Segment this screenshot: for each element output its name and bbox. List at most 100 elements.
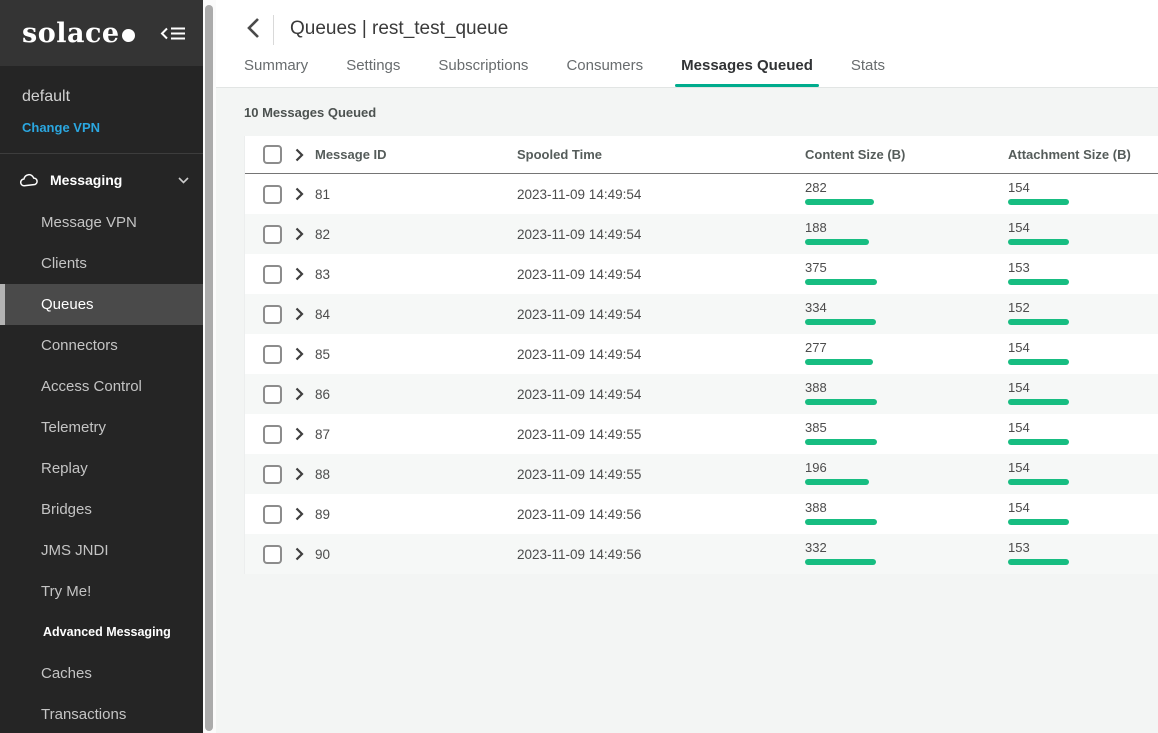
attachment-size-value: 154 (1008, 381, 1158, 395)
content-size-value: 385 (805, 421, 1008, 435)
cell-message-id: 84 (315, 307, 517, 322)
sidebar-item-connectors[interactable]: Connectors (0, 325, 203, 366)
sidebar-item-telemetry[interactable]: Telemetry (0, 407, 203, 448)
sidebar-item-try-me[interactable]: Try Me! (0, 571, 203, 612)
cell-attachment-size: 153 (1008, 254, 1158, 285)
sidebar-item-message-vpn[interactable]: Message VPN (0, 202, 203, 243)
row-checkbox[interactable] (263, 385, 282, 404)
sidebar-item-bridges[interactable]: Bridges (0, 489, 203, 530)
sidebar-item-access-control[interactable]: Access Control (0, 366, 203, 407)
attachment-size-bar (1008, 359, 1069, 365)
chevron-down-icon (178, 171, 189, 189)
content-size-bar (805, 279, 877, 285)
tab-subscriptions[interactable]: Subscriptions (438, 57, 528, 87)
cell-spooled-time: 2023-11-09 14:49:54 (517, 227, 805, 242)
tab-messages-queued[interactable]: Messages Queued (681, 57, 813, 87)
logo-text: solace (22, 18, 120, 49)
cell-attachment-size: 153 (1008, 534, 1158, 565)
sidebar-item-caches[interactable]: Caches (0, 653, 203, 694)
sidebar-item-advanced-messaging[interactable]: Advanced Messaging (0, 612, 203, 653)
sidebar-section-label: Messaging (50, 172, 178, 188)
row-checkbox[interactable] (263, 545, 282, 564)
cell-attachment-size: 154 (1008, 214, 1158, 245)
row-checkbox[interactable] (263, 185, 282, 204)
attachment-size-value: 154 (1008, 421, 1158, 435)
row-expand-icon[interactable] (291, 186, 307, 202)
cell-message-id: 90 (315, 547, 517, 562)
content-size-value: 332 (805, 541, 1008, 555)
messages-table: Message ID Spooled Time Content Size (B)… (244, 136, 1158, 574)
tab-bar: Summary Settings Subscriptions Consumers Mes… (244, 57, 923, 87)
sidebar-item-jms-jndi[interactable]: JMS JNDI (0, 530, 203, 571)
cell-message-id: 83 (315, 267, 517, 282)
row-expand-icon[interactable] (291, 546, 307, 562)
app-window: solace default Change VPN (0, 0, 1158, 733)
messages-queued-panel: 10 Messages Queued Message ID Spooled Ti… (216, 88, 1158, 574)
content-size-value: 388 (805, 381, 1008, 395)
page-header: Queues | rest_test_queue SummarySettings… (216, 0, 1158, 88)
cell-attachment-size: 152 (1008, 294, 1158, 325)
row-expand-icon[interactable] (291, 386, 307, 402)
row-expand-icon[interactable] (291, 346, 307, 362)
attachment-size-value: 154 (1008, 501, 1158, 515)
change-vpn-link[interactable]: Change VPN (22, 120, 181, 135)
sidebar-scrollbar-thumb[interactable] (205, 5, 213, 731)
tab-stats[interactable]: Stats (851, 57, 885, 87)
sidebar-item-queues[interactable]: Queues (0, 284, 203, 325)
table-row: 86 2023-11-09 14:49:54 388 154 (245, 374, 1158, 414)
table-body: 81 2023-11-09 14:49:54 282 154 82 2023-1… (245, 174, 1158, 574)
cell-content-size: 388 (805, 494, 1008, 525)
cell-attachment-size: 154 (1008, 174, 1158, 205)
sidebar-item-transactions[interactable]: Transactions (0, 694, 203, 733)
attachment-size-value: 154 (1008, 461, 1158, 475)
cell-spooled-time: 2023-11-09 14:49:55 (517, 467, 805, 482)
tab-consumers[interactable]: Consumers (566, 57, 643, 87)
cell-content-size: 282 (805, 174, 1008, 205)
row-checkbox[interactable] (263, 505, 282, 524)
table-row: 82 2023-11-09 14:49:54 188 154 (245, 214, 1158, 254)
table-row: 90 2023-11-09 14:49:56 332 153 (245, 534, 1158, 574)
current-vpn-name: default (22, 88, 181, 106)
content-size-bar (805, 559, 876, 565)
cell-content-size: 385 (805, 414, 1008, 445)
attachment-size-value: 152 (1008, 301, 1158, 315)
logo-block: solace (0, 0, 203, 66)
sidebar-scrollbar-track[interactable] (203, 0, 216, 733)
cell-spooled-time: 2023-11-09 14:49:55 (517, 427, 805, 442)
cell-message-id: 86 (315, 387, 517, 402)
table-row: 81 2023-11-09 14:49:54 282 154 (245, 174, 1158, 214)
content-size-value: 277 (805, 341, 1008, 355)
back-button[interactable] (241, 15, 265, 41)
logo-dot-icon (122, 29, 135, 42)
expand-all-icon[interactable] (291, 147, 307, 163)
row-checkbox[interactable] (263, 225, 282, 244)
row-expand-icon[interactable] (291, 226, 307, 242)
row-checkbox[interactable] (263, 425, 282, 444)
row-expand-icon[interactable] (291, 306, 307, 322)
sidebar-section-messaging[interactable]: Messaging (0, 158, 203, 202)
cell-content-size: 277 (805, 334, 1008, 365)
select-all-checkbox[interactable] (263, 145, 282, 164)
row-checkbox[interactable] (263, 345, 282, 364)
cell-message-id: 81 (315, 187, 517, 202)
content-size-bar (805, 359, 873, 365)
row-checkbox[interactable] (263, 265, 282, 284)
row-checkbox[interactable] (263, 465, 282, 484)
row-expand-icon[interactable] (291, 266, 307, 282)
row-expand-icon[interactable] (291, 466, 307, 482)
row-expand-icon[interactable] (291, 426, 307, 442)
sidebar-item-clients[interactable]: Clients (0, 243, 203, 284)
tab-settings[interactable]: Settings (346, 57, 400, 87)
row-checkbox[interactable] (263, 305, 282, 324)
column-header-attachment-size: Attachment Size (B) (1008, 147, 1158, 162)
content-size-bar (805, 479, 869, 485)
messages-count-label: 10 Messages Queued (244, 105, 1158, 120)
table-header-row: Message ID Spooled Time Content Size (B)… (245, 136, 1158, 174)
row-expand-icon[interactable] (291, 506, 307, 522)
table-row: 85 2023-11-09 14:49:54 277 154 (245, 334, 1158, 374)
sidebar-item-replay[interactable]: Replay (0, 448, 203, 489)
collapse-sidebar-icon[interactable] (160, 24, 187, 43)
content-size-bar (805, 199, 874, 205)
cell-content-size: 196 (805, 454, 1008, 485)
tab-summary[interactable]: Summary (244, 57, 308, 87)
